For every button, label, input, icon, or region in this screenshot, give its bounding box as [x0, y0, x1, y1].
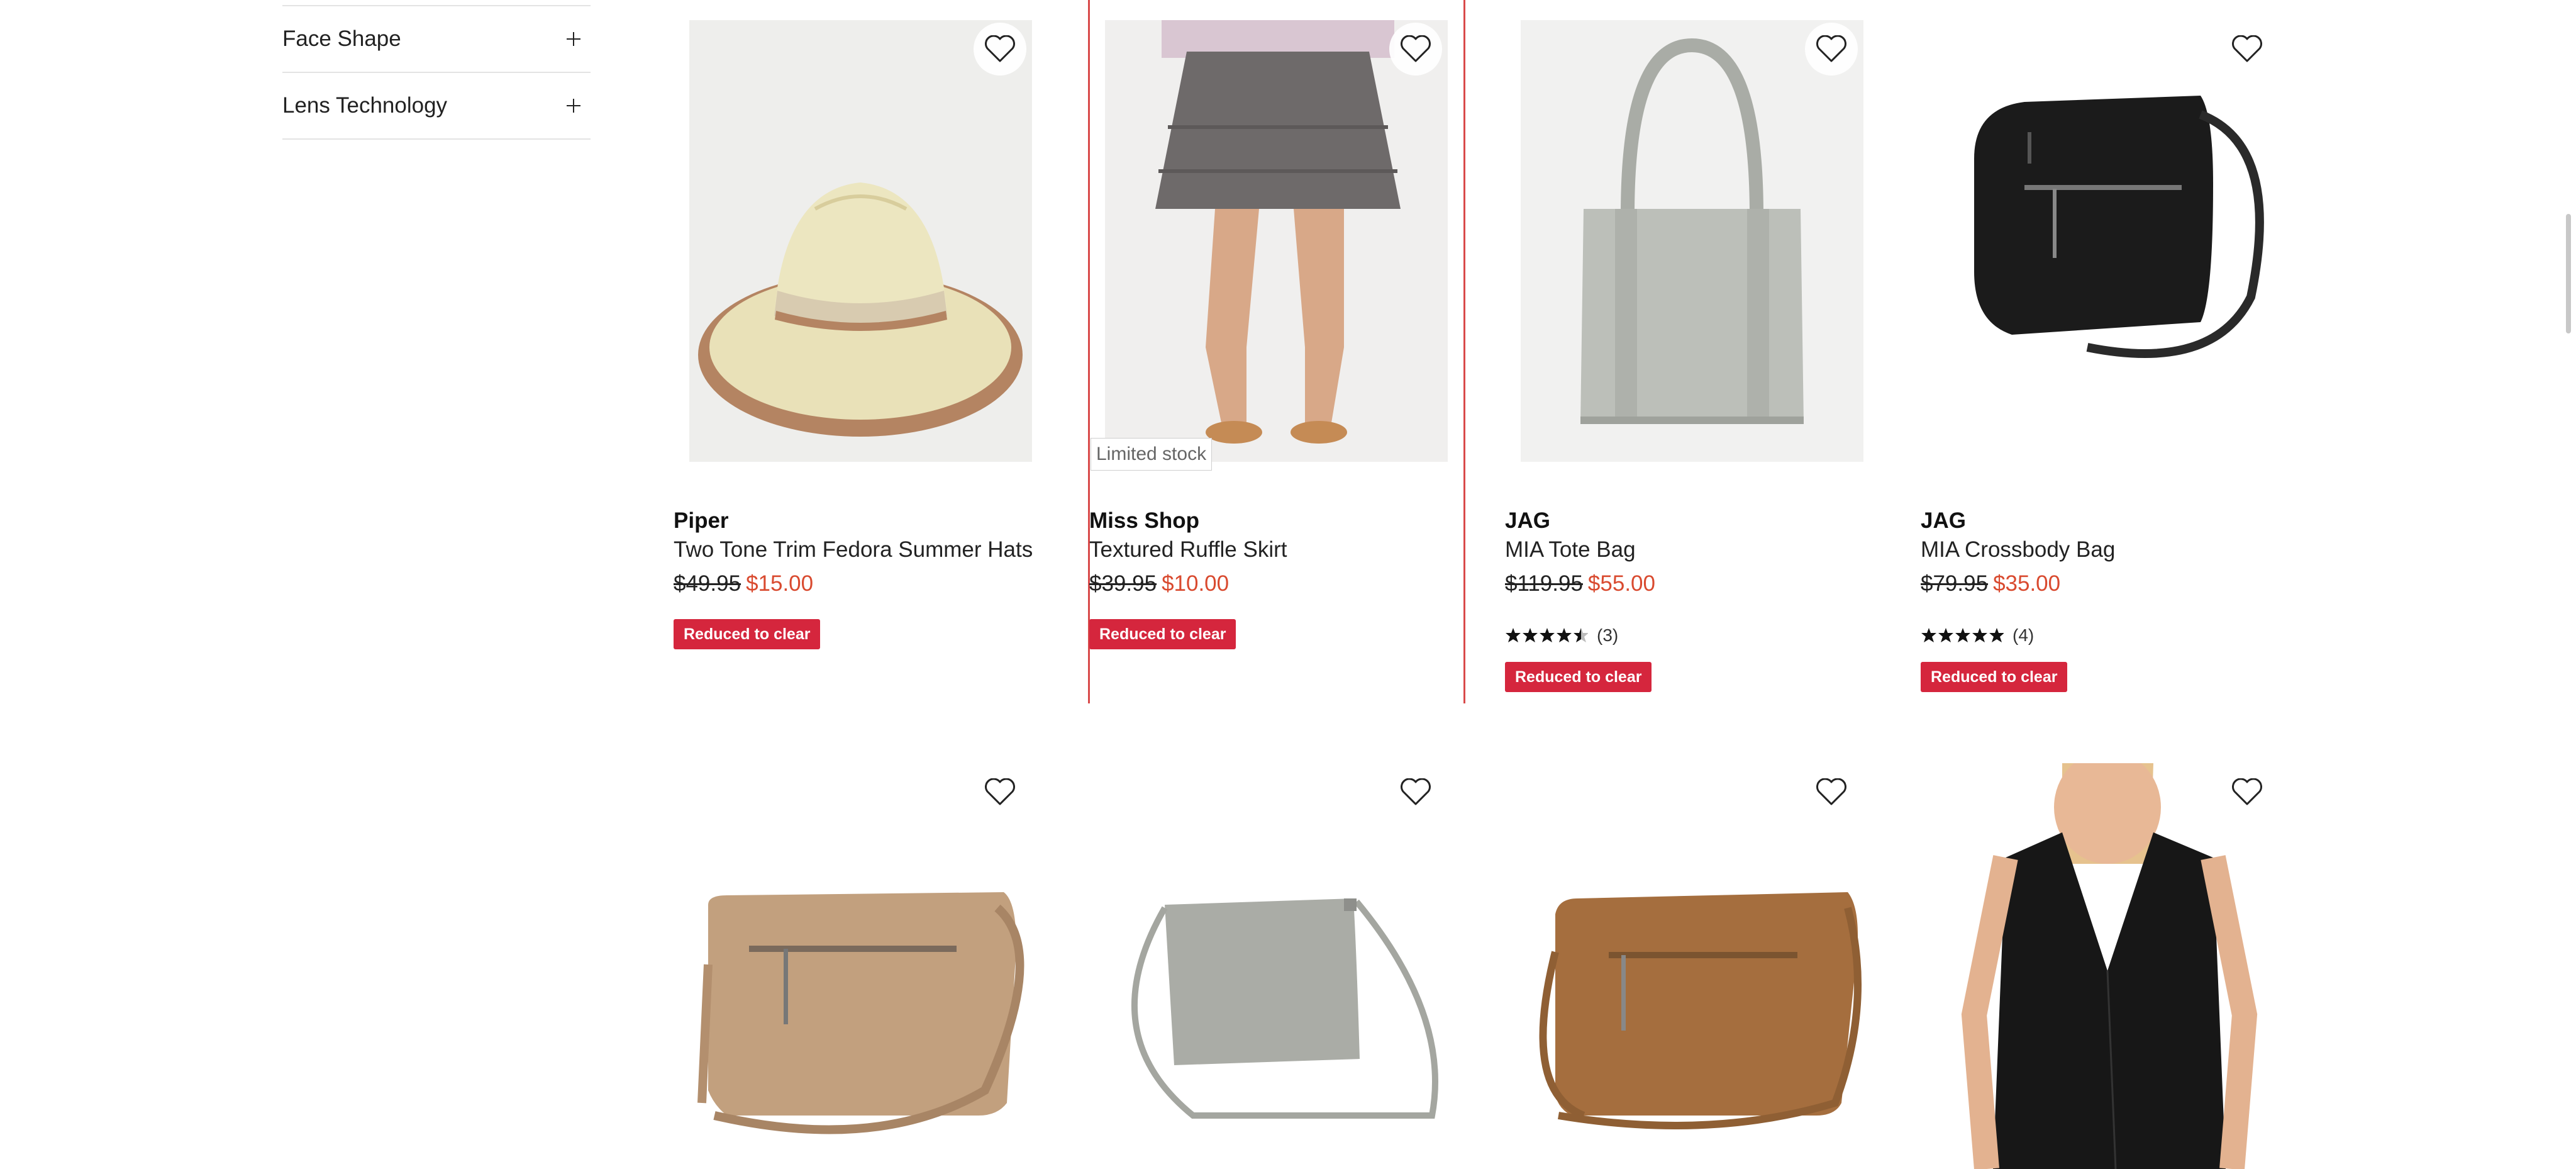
sale-badge: Reduced to clear — [1921, 662, 2068, 692]
product-image[interactable] — [1521, 763, 1863, 1169]
sale-price: $10.00 — [1162, 571, 1230, 596]
review-count: (3) — [1597, 625, 1619, 645]
original-price: $119.95 — [1505, 571, 1583, 596]
product-brand[interactable]: JAG — [1921, 508, 1966, 534]
heart-icon — [1401, 35, 1431, 62]
original-price: $39.95 — [1089, 571, 1157, 596]
product-image[interactable] — [689, 763, 1032, 1169]
stars-icon — [1506, 628, 1588, 642]
wishlist-button[interactable] — [2221, 23, 2273, 76]
filter-divider — [282, 138, 591, 140]
star-rating[interactable]: (4) — [1921, 623, 2034, 648]
product-name[interactable]: MIA Tote Bag — [1505, 537, 1636, 562]
crossbody-bag-image — [1974, 96, 2264, 358]
product-name[interactable]: Textured Ruffle Skirt — [1089, 537, 1287, 562]
star-rating[interactable]: (3) — [1505, 623, 1618, 648]
product-card[interactable] — [674, 763, 1063, 1169]
skirt-image — [1155, 20, 1401, 444]
original-price: $79.95 — [1921, 571, 1989, 596]
wishlist-button[interactable] — [974, 23, 1026, 76]
product-card[interactable]: Limited stock Miss Shop Textured Ruffle … — [1089, 20, 1479, 700]
wishlist-button[interactable] — [2221, 766, 2273, 819]
heart-icon — [1816, 35, 1846, 62]
heart-icon — [1816, 778, 1846, 805]
grey-crossbody-bag-image — [1131, 898, 1438, 1119]
product-card[interactable] — [1921, 763, 2311, 1169]
product-card[interactable] — [1089, 763, 1479, 1169]
product-image[interactable] — [1936, 20, 2279, 462]
plus-icon — [567, 99, 580, 113]
product-card[interactable]: JAG MIA Tote Bag $119.95 $55.00 (3) Reduc… — [1505, 20, 1895, 700]
sale-price: $15.00 — [746, 571, 814, 596]
heart-icon — [985, 35, 1015, 62]
filter-label: Lens Technology — [282, 93, 448, 118]
plus-icon — [567, 32, 580, 46]
product-image[interactable] — [1105, 20, 1448, 462]
hat-image — [698, 182, 1023, 437]
sale-badge: Reduced to clear — [674, 619, 821, 649]
product-brand[interactable]: Miss Shop — [1089, 508, 1199, 534]
sale-badge: Reduced to clear — [1089, 619, 1236, 649]
filter-label: Face Shape — [282, 26, 401, 51]
black-top-image — [1961, 763, 2258, 1169]
product-image[interactable] — [1936, 763, 2279, 1169]
tote-bag-image — [1580, 38, 1804, 424]
limited-stock-label: Limited stock — [1091, 438, 1213, 471]
heart-icon — [2232, 35, 2262, 62]
wishlist-button[interactable] — [1805, 766, 1858, 819]
tan-crossbody-bag-image — [697, 892, 1024, 1134]
product-price: $79.95 $35.00 — [1921, 571, 2060, 596]
product-card[interactable]: JAG MIA Crossbody Bag $79.95 $35.00 (4) R… — [1921, 20, 2311, 700]
filter-face-shape[interactable]: Face Shape — [282, 6, 591, 72]
sale-price: $55.00 — [1587, 571, 1655, 596]
wishlist-button[interactable] — [1389, 766, 1442, 819]
filter-lens-technology[interactable]: Lens Technology — [282, 73, 591, 138]
product-card[interactable]: Piper Two Tone Trim Fedora Summer Hats $… — [674, 20, 1063, 700]
brown-crossbody-bag-image — [1539, 892, 1862, 1129]
product-name[interactable]: MIA Crossbody Bag — [1921, 537, 2115, 562]
product-brand[interactable]: Piper — [674, 508, 729, 534]
heart-icon — [1401, 778, 1431, 805]
scrollbar-thumb[interactable] — [2566, 214, 2571, 333]
heart-icon — [2232, 778, 2262, 805]
product-price: $119.95 $55.00 — [1505, 571, 1655, 596]
product-image[interactable] — [689, 20, 1032, 462]
product-brand[interactable]: JAG — [1505, 508, 1550, 534]
product-price: $49.95 $15.00 — [674, 571, 813, 596]
original-price: $49.95 — [674, 571, 741, 596]
product-name[interactable]: Two Tone Trim Fedora Summer Hats — [674, 537, 1033, 562]
product-image[interactable] — [1105, 763, 1448, 1169]
product-image[interactable] — [1521, 20, 1863, 462]
wishlist-button[interactable] — [1805, 23, 1858, 76]
product-price: $39.95 $10.00 — [1089, 571, 1229, 596]
stars-icon — [1921, 628, 2004, 642]
sale-price: $35.00 — [1993, 571, 2061, 596]
product-card[interactable] — [1505, 763, 1895, 1169]
wishlist-button[interactable] — [1389, 23, 1442, 76]
wishlist-button[interactable] — [974, 766, 1026, 819]
heart-icon — [985, 778, 1015, 805]
sale-badge: Reduced to clear — [1505, 662, 1652, 692]
review-count: (4) — [2012, 625, 2035, 645]
